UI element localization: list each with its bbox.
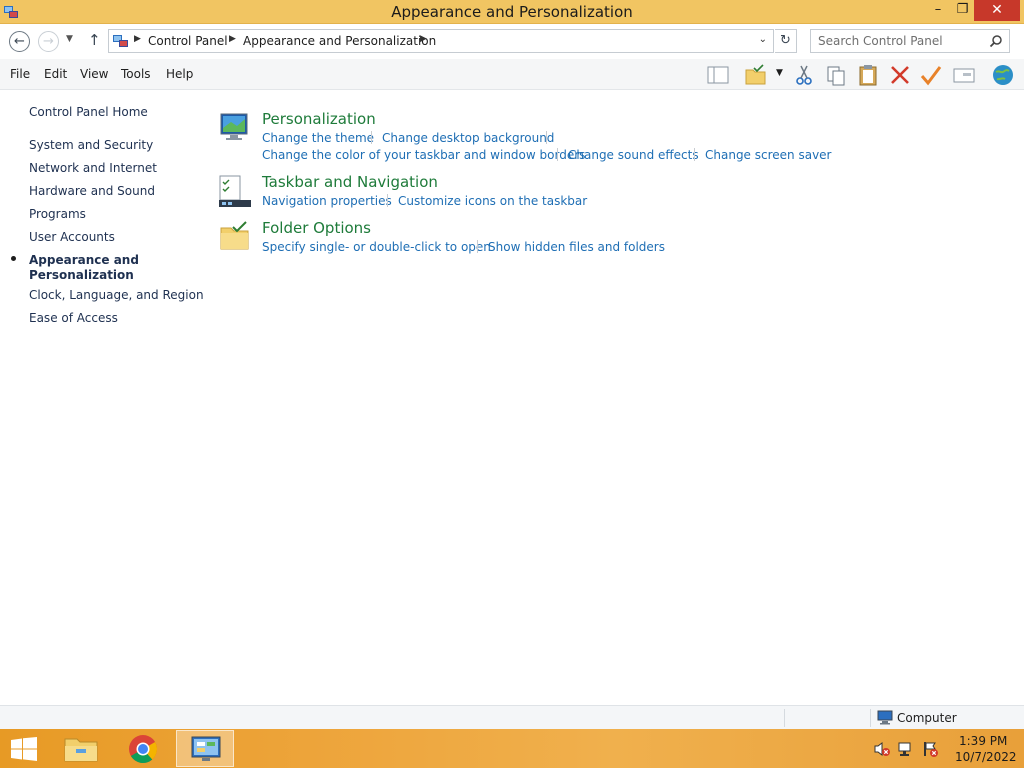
control-panel-icon — [191, 736, 221, 761]
personalization-title[interactable]: Personalization — [262, 110, 376, 128]
breadcrumb-control-panel[interactable]: Control Panel — [148, 34, 228, 48]
nav-appearance-and-personalization[interactable]: Appearance and Personalization — [29, 253, 149, 283]
control-panel-taskbar-button[interactable] — [176, 730, 234, 767]
address-bar[interactable]: ▶ Control Panel ▶ Appearance and Persona… — [108, 29, 774, 53]
up-arrow-icon[interactable]: ↑ — [88, 31, 101, 49]
address-dropdown-icon[interactable]: ⌄ — [759, 34, 767, 45]
cut-icon[interactable] — [791, 62, 817, 88]
checkmark-icon[interactable] — [918, 62, 944, 88]
refresh-button[interactable]: ↻ — [775, 29, 797, 53]
minimize-button[interactable]: – — [925, 0, 951, 21]
link-separator — [477, 240, 478, 253]
menu-view[interactable]: View — [80, 67, 108, 81]
breadcrumb-separator-icon[interactable]: ▶ — [420, 34, 427, 44]
link-navigation-properties[interactable]: Navigation properties — [262, 194, 392, 208]
status-text: Computer — [897, 711, 957, 725]
link-separator — [557, 148, 558, 161]
layout-pane-icon[interactable] — [705, 62, 731, 88]
delete-icon[interactable] — [887, 62, 913, 88]
link-customize-taskbar-icons[interactable]: Customize icons on the taskbar — [398, 194, 587, 208]
breadcrumb-appearance[interactable]: Appearance and Personalization — [243, 34, 436, 48]
properties-icon[interactable] — [951, 62, 977, 88]
address-row: ← → ▼ ↑ ▶ Control Panel ▶ Appearance and… — [0, 25, 1024, 59]
menu-edit[interactable]: Edit — [44, 67, 67, 81]
breadcrumb-separator-icon[interactable]: ▶ — [229, 34, 236, 44]
computer-icon — [877, 710, 893, 725]
taskbar: 1:39 PM 10/7/2022 — [0, 729, 1024, 768]
link-show-hidden-files[interactable]: Show hidden files and folders — [488, 240, 665, 254]
link-change-taskbar-color[interactable]: Change the color of your taskbar and win… — [262, 148, 585, 162]
title-bar: Appearance and Personalization – ❐ ✕ — [0, 0, 1024, 24]
search-icon[interactable] — [989, 34, 1003, 48]
active-bullet — [11, 256, 16, 261]
volume-muted-icon[interactable] — [873, 740, 891, 758]
file-explorer-icon[interactable] — [52, 730, 110, 767]
link-separator — [371, 131, 372, 144]
clock-time[interactable]: 1:39 PM — [959, 734, 1007, 748]
toolbar-dropdown-icon[interactable]: ▼ — [776, 68, 783, 78]
folder-properties-icon[interactable] — [743, 62, 769, 88]
nav-ease-of-access[interactable]: Ease of Access — [29, 311, 118, 325]
menu-tools[interactable]: Tools — [121, 67, 151, 81]
window-title: Appearance and Personalization — [391, 3, 633, 21]
menu-help[interactable]: Help — [166, 67, 193, 81]
status-divider — [784, 709, 785, 727]
clock-date[interactable]: 10/7/2022 — [955, 750, 1017, 764]
link-separator — [694, 148, 695, 161]
forward-button[interactable]: → — [38, 31, 59, 52]
link-separator — [387, 194, 388, 207]
paste-icon[interactable] — [855, 62, 881, 88]
nav-user-accounts[interactable]: User Accounts — [29, 230, 115, 244]
nav-control-panel-home[interactable]: Control Panel Home — [29, 105, 148, 119]
chrome-icon[interactable] — [114, 730, 172, 767]
nav-hardware-and-sound[interactable]: Hardware and Sound — [29, 184, 155, 198]
breadcrumb-separator-icon[interactable]: ▶ — [134, 34, 141, 44]
folder-options-title[interactable]: Folder Options — [262, 219, 371, 237]
taskbar-navigation-title[interactable]: Taskbar and Navigation — [262, 173, 438, 191]
nav-programs[interactable]: Programs — [29, 207, 86, 221]
windows-start-icon[interactable] — [10, 737, 38, 761]
close-button[interactable]: ✕ — [974, 0, 1020, 21]
action-center-icon[interactable] — [921, 740, 939, 758]
folder-options-icon[interactable] — [218, 219, 252, 253]
status-bar: Computer — [0, 705, 1024, 729]
network-icon[interactable] — [897, 740, 915, 758]
link-change-screen-saver[interactable]: Change screen saver — [705, 148, 832, 162]
link-single-double-click[interactable]: Specify single- or double-click to open — [262, 240, 491, 254]
menu-bar: File Edit View Tools Help ▼ — [0, 59, 1024, 90]
nav-system-and-security[interactable]: System and Security — [29, 138, 153, 152]
globe-icon[interactable] — [990, 62, 1016, 88]
copy-icon[interactable] — [823, 62, 849, 88]
link-change-sound-effects[interactable]: Change sound effects — [568, 148, 699, 162]
status-divider — [870, 709, 871, 727]
link-separator — [546, 131, 547, 144]
nav-network-and-internet[interactable]: Network and Internet — [29, 161, 157, 175]
nav-clock-language-region[interactable]: Clock, Language, and Region — [29, 288, 204, 302]
personalization-icon[interactable] — [218, 110, 252, 144]
recent-locations-chevron-icon[interactable]: ▼ — [66, 34, 73, 44]
link-change-desktop-background[interactable]: Change desktop background — [382, 131, 554, 145]
menu-file[interactable]: File — [10, 67, 30, 81]
control-panel-icon — [113, 35, 128, 47]
restore-button[interactable]: ❐ — [951, 0, 974, 21]
link-change-theme[interactable]: Change the theme — [262, 131, 374, 145]
taskbar-navigation-icon[interactable] — [218, 174, 252, 208]
search-input[interactable] — [818, 34, 986, 48]
search-box[interactable] — [810, 29, 1010, 53]
back-button[interactable]: ← — [9, 31, 30, 52]
